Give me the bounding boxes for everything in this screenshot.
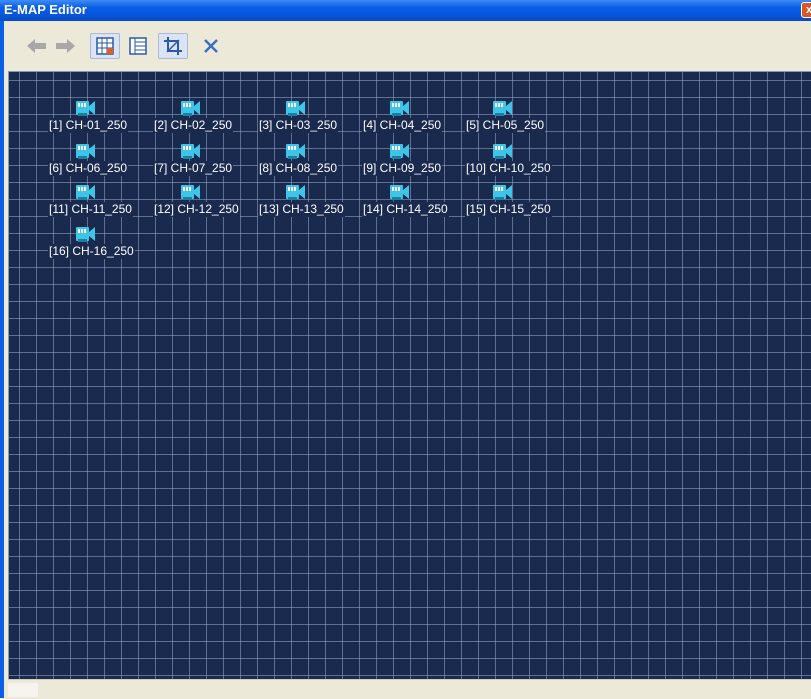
back-arrow-icon bbox=[27, 39, 46, 53]
camera-icon bbox=[390, 144, 409, 159]
camera-marker[interactable]: [16] CH-16_250 bbox=[48, 225, 178, 265]
camera-label: [14] CH-14_250 bbox=[362, 202, 449, 217]
camera-label: [15] CH-15_250 bbox=[465, 202, 552, 217]
camera-icon bbox=[286, 185, 305, 200]
close-button[interactable]: x bbox=[801, 2, 811, 18]
camera-icon bbox=[181, 185, 200, 200]
camera-marker[interactable]: [5] CH-05_250 bbox=[465, 99, 595, 139]
camera-label: [16] CH-16_250 bbox=[48, 244, 135, 259]
camera-icon bbox=[493, 185, 512, 200]
map-list-button[interactable] bbox=[126, 33, 150, 59]
crop-button[interactable] bbox=[158, 33, 188, 59]
camera-label: [12] CH-12_250 bbox=[153, 202, 240, 217]
camera-icon bbox=[286, 144, 305, 159]
camera-marker[interactable]: [15] CH-15_250 bbox=[465, 183, 595, 223]
back-button[interactable] bbox=[26, 33, 48, 59]
camera-icon bbox=[76, 101, 95, 116]
camera-label: [4] CH-04_250 bbox=[362, 118, 443, 133]
camera-icon bbox=[76, 227, 95, 242]
window-frame-left bbox=[0, 21, 4, 698]
delete-x-icon bbox=[204, 39, 218, 53]
emap-canvas[interactable]: [1] CH-01_250 [2] CH-02_250 [3] CH-03_250 [… bbox=[8, 71, 811, 680]
camera-label: [9] CH-09_250 bbox=[362, 161, 443, 176]
camera-label: [6] CH-06_250 bbox=[48, 161, 129, 176]
camera-icon bbox=[286, 101, 305, 116]
forward-arrow-icon bbox=[56, 39, 75, 53]
add-map-icon bbox=[96, 37, 114, 55]
camera-icon bbox=[181, 144, 200, 159]
camera-icon bbox=[493, 101, 512, 116]
camera-icon bbox=[390, 185, 409, 200]
camera-icon bbox=[181, 101, 200, 116]
camera-icon bbox=[493, 144, 512, 159]
camera-icon bbox=[390, 101, 409, 116]
window-title: E-MAP Editor bbox=[4, 2, 87, 17]
toolbar bbox=[4, 21, 811, 71]
close-icon: x bbox=[805, 4, 811, 16]
status-bar bbox=[8, 679, 811, 699]
map-list-icon bbox=[129, 37, 147, 55]
camera-icon bbox=[76, 144, 95, 159]
add-map-button[interactable] bbox=[90, 33, 120, 59]
camera-label: [11] CH-11_250 bbox=[48, 202, 133, 217]
camera-label: [8] CH-08_250 bbox=[258, 161, 339, 176]
crop-icon bbox=[164, 37, 182, 55]
camera-label: [1] CH-01_250 bbox=[48, 118, 129, 133]
camera-label: [7] CH-07_250 bbox=[153, 161, 234, 176]
camera-label: [3] CH-03_250 bbox=[258, 118, 339, 133]
forward-button[interactable] bbox=[54, 33, 76, 59]
delete-button[interactable] bbox=[200, 33, 222, 59]
camera-label: [2] CH-02_250 bbox=[153, 118, 234, 133]
status-grip bbox=[8, 683, 38, 697]
camera-icon bbox=[76, 185, 95, 200]
camera-label: [10] CH-10_250 bbox=[465, 161, 552, 176]
camera-label: [13] CH-13_250 bbox=[258, 202, 345, 217]
camera-label: [5] CH-05_250 bbox=[465, 118, 546, 133]
title-bar: E-MAP Editor x bbox=[0, 0, 811, 21]
camera-marker[interactable]: [10] CH-10_250 bbox=[465, 142, 595, 182]
